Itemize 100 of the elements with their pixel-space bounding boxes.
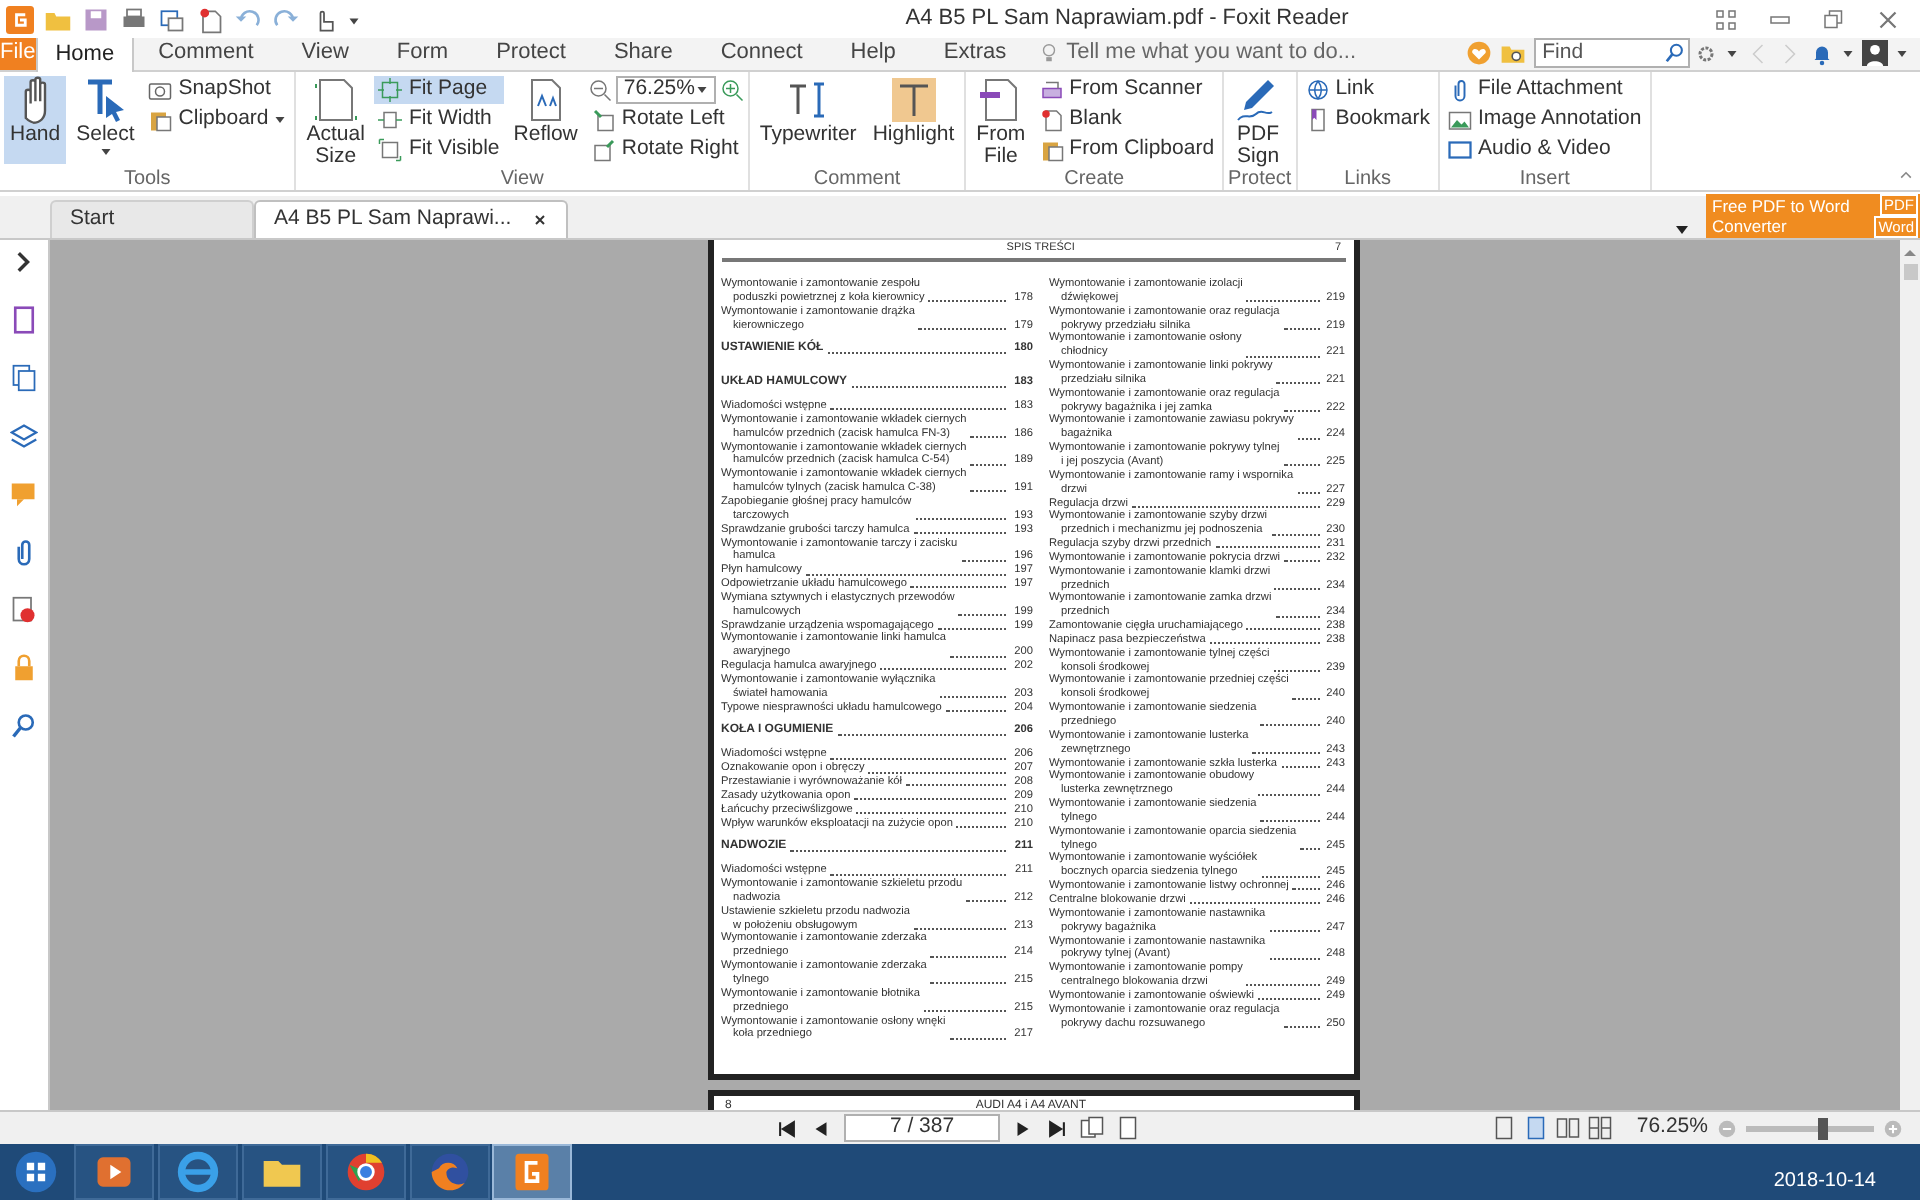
close-icon[interactable]	[531, 212, 548, 228]
browser-e-icon[interactable]	[176, 1150, 220, 1194]
menu-tab[interactable]: Comment	[134, 36, 278, 70]
page-thumbnail-icon[interactable]	[10, 306, 38, 334]
group-label: Create	[1062, 166, 1127, 190]
lightbulb-icon	[1038, 42, 1061, 64]
menu-tab[interactable]: View	[277, 36, 373, 70]
menu-tab[interactable]: Share	[589, 36, 697, 70]
user-icon[interactable]	[1862, 40, 1889, 66]
caret-icon	[1726, 47, 1739, 59]
ribbon-button[interactable]: Fit Page	[374, 76, 504, 104]
ribbon-button[interactable]: Bookmark	[1301, 106, 1434, 134]
group-label: Tools	[121, 166, 173, 190]
previous-page-icon[interactable]	[810, 1117, 832, 1139]
next-page-icon[interactable]	[1012, 1117, 1034, 1139]
search-tool-icon[interactable]	[10, 712, 38, 740]
ribbon-button[interactable]: Fit Width	[374, 106, 504, 134]
zoom-level: 76.25%	[1636, 1112, 1708, 1143]
image-icon	[1447, 108, 1472, 132]
ribbon-button[interactable]: Actual Size	[300, 76, 371, 164]
camera-icon	[148, 78, 173, 102]
page-view-icon[interactable]	[1116, 1116, 1140, 1140]
menu-tab[interactable]: Home	[35, 36, 135, 72]
scrollbar[interactable]	[1900, 240, 1920, 1110]
ribbon-button[interactable]: Highlight	[866, 76, 961, 164]
video-icon	[1447, 138, 1472, 162]
ribbon-button[interactable]: From Scanner	[1035, 76, 1219, 104]
rotate-left-icon	[591, 108, 616, 132]
tell-me-field[interactable]: Tell me what you want to do...	[1066, 36, 1467, 70]
start-orb-icon[interactable]	[14, 1150, 58, 1194]
document-tab[interactable]: Start	[50, 200, 254, 238]
menu-tab[interactable]: Protect	[472, 36, 590, 70]
group-label: Links	[1342, 166, 1394, 190]
windows-icon[interactable]	[158, 5, 186, 33]
security-page-icon[interactable]	[10, 596, 38, 624]
bookmark-icon	[1305, 108, 1330, 132]
scroll-up-icon[interactable]	[1902, 244, 1918, 260]
caret-icon	[695, 84, 708, 96]
pages-icon[interactable]	[1080, 1116, 1104, 1140]
zoom-in-icon[interactable]	[719, 78, 744, 102]
continuous-page-icon[interactable]	[1524, 1116, 1549, 1140]
browser-circle-icon[interactable]	[344, 1150, 388, 1194]
blank-page-icon	[1039, 108, 1064, 132]
settings-icon[interactable]	[1694, 41, 1719, 65]
ribbon-button[interactable]: Reflow	[507, 76, 584, 164]
facing-pages-icon[interactable]	[1556, 1116, 1581, 1140]
ribbon-button[interactable]: Clipboard	[144, 106, 291, 134]
print-icon[interactable]	[120, 5, 148, 33]
collapse-icon[interactable]	[1898, 168, 1914, 184]
ribbon-button[interactable]: Rotate Right	[587, 136, 744, 164]
zoom-out-icon[interactable]	[587, 78, 612, 102]
document-tab[interactable]: A4 B5 PL Sam Naprawi...	[254, 200, 568, 238]
ribbon-button[interactable]: Fit Visible	[374, 136, 504, 164]
ribbon-button[interactable]: From Clipboard	[1035, 136, 1219, 164]
app-logo-icon[interactable]	[6, 5, 34, 33]
scrollbar-thumb[interactable]	[1903, 264, 1917, 280]
group-label: View	[498, 166, 546, 190]
zoom-field[interactable]: 76.25%	[615, 76, 716, 104]
fit-visible-icon	[378, 138, 403, 162]
bell-icon[interactable]	[1810, 41, 1835, 65]
ribbon-button[interactable]: From File	[970, 76, 1032, 164]
ribbon-button[interactable]: Typewriter	[753, 76, 863, 164]
menu-tab[interactable]: Help	[826, 36, 920, 70]
fox-browser-icon[interactable]	[428, 1150, 472, 1194]
single-page-icon[interactable]	[1492, 1116, 1517, 1140]
ribbon-button[interactable]: Image Annotation	[1443, 106, 1646, 134]
menu-tab[interactable]: Extras	[919, 36, 1031, 70]
ribbon-button[interactable]: Rotate Left	[587, 106, 744, 134]
last-page-icon[interactable]	[1046, 1117, 1068, 1139]
fit-width-icon	[378, 108, 403, 132]
ribbon-button[interactable]: Hand	[4, 76, 67, 164]
zoom-slider-thumb[interactable]	[1818, 1117, 1829, 1139]
highlight-icon	[889, 76, 938, 124]
ribbon-button[interactable]: PDF Sign	[1228, 76, 1289, 164]
find-field[interactable]: Find	[1534, 38, 1691, 68]
ribbon-button[interactable]: Blank	[1035, 106, 1219, 134]
continuous-facing-icon[interactable]	[1588, 1116, 1613, 1140]
pdf-reader-icon[interactable]	[510, 1150, 554, 1194]
restore-icon[interactable]	[1822, 7, 1846, 31]
window-title: A4 B5 PL Sam Naprawiam.pdf - Foxit Reader	[905, 4, 1349, 35]
ribbon-button[interactable]: Audio & Video	[1443, 136, 1646, 164]
copy-pages-icon[interactable]	[10, 364, 38, 392]
ribbon-button[interactable]: Select	[70, 76, 141, 164]
save-icon[interactable]	[82, 5, 110, 33]
ribbon-button[interactable]: File Attachment	[1443, 76, 1646, 104]
new-page-icon[interactable]	[196, 5, 224, 33]
clipboard-icon	[1039, 138, 1064, 162]
menu-tab[interactable]: Form	[372, 36, 473, 70]
page-number-field[interactable]: 7 / 387	[844, 1114, 1000, 1142]
ribbon-button[interactable]: SnapShot	[144, 76, 291, 104]
group-label: Protect	[1228, 167, 1292, 190]
group-label: Insert	[1517, 166, 1572, 190]
ribbon-button[interactable]: Link	[1301, 76, 1434, 104]
menu-tab[interactable]: Connect	[696, 36, 827, 70]
rotate-right-icon	[591, 138, 616, 162]
layers-icon[interactable]	[10, 422, 38, 450]
first-page-icon[interactable]	[776, 1117, 798, 1139]
clipboard-icon	[148, 108, 173, 132]
grid-icon[interactable]	[1714, 7, 1738, 31]
globe-link-icon	[1305, 78, 1330, 102]
